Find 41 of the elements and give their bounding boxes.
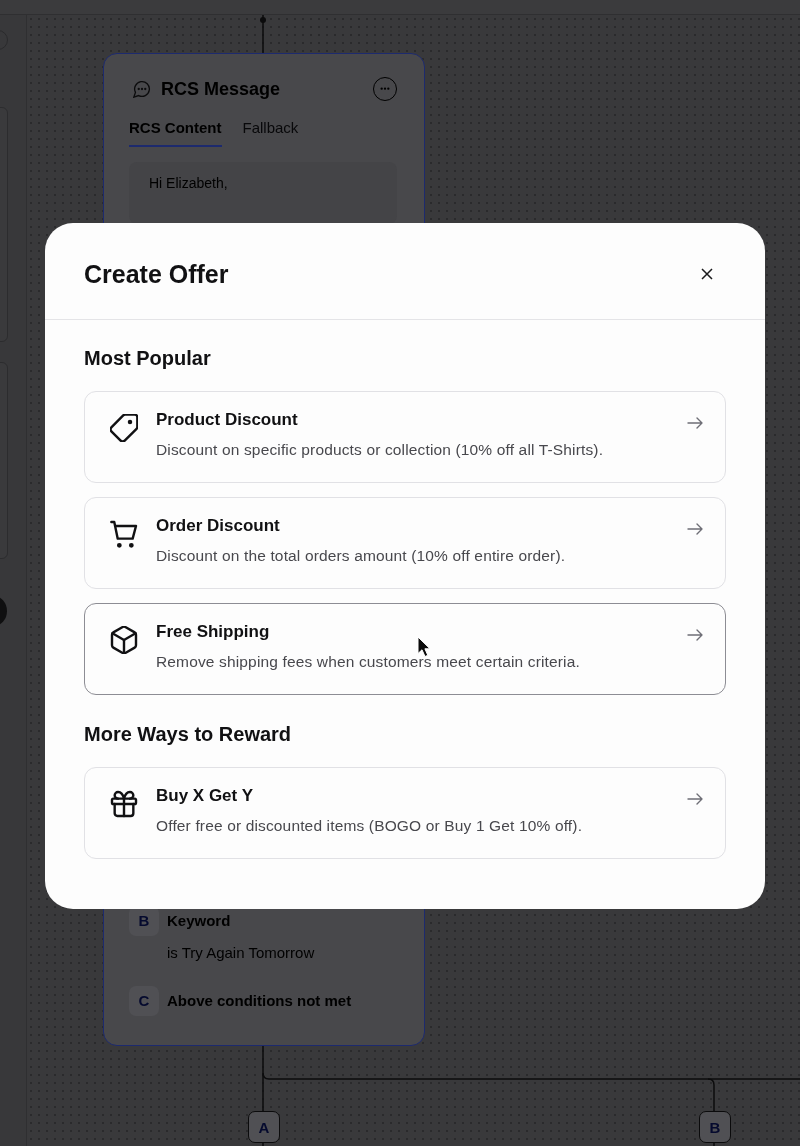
message-box[interactable]: Hi Elizabeth, <box>129 161 397 224</box>
tag-icon <box>110 414 138 442</box>
close-icon <box>701 267 713 280</box>
option-description: Discount on specific products or collection (10% off all T-Shirts). <box>156 440 604 460</box>
section-heading: More Ways to Reward <box>84 722 293 747</box>
node-title: RCS Message <box>161 77 281 101</box>
option-description: Offer free or discounted items (BOGO or Buy 1 Get 10% off). <box>156 816 583 836</box>
chat-bubble-icon <box>133 79 151 98</box>
option-title: Free Shipping <box>156 621 270 643</box>
dialog-title: Create Offer <box>84 258 229 289</box>
mouse-pointer-icon <box>417 636 431 658</box>
tab[interactable]: Fallback <box>242 117 299 147</box>
offer-option[interactable]: Order Discount Discount on the total orders amount (10% off entire order). <box>84 497 726 589</box>
ellipsis-icon <box>380 86 390 91</box>
option-description: Remove shipping fees when customers meet certain criteria. <box>156 652 580 672</box>
arrow-right-icon <box>687 629 703 641</box>
condition-badge: C <box>129 985 159 1016</box>
tab[interactable]: RCS Content <box>129 117 222 147</box>
connector-line <box>260 15 266 54</box>
arrow-right-icon <box>687 523 703 535</box>
branch-node[interactable]: A <box>248 1111 280 1143</box>
arrow-right-icon <box>687 417 703 429</box>
option-title: Order Discount <box>156 515 280 537</box>
offer-option[interactable]: Product Discount Discount on specific products or collection (10% off all T-Shirts). <box>84 391 726 483</box>
option-description: Discount on the total orders amount (10% off entire order). <box>156 546 566 566</box>
option-title: Product Discount <box>156 409 298 431</box>
message-text: Hi Elizabeth, <box>149 173 229 193</box>
connector-line <box>713 1142 715 1146</box>
option-title: Buy X Get Y <box>156 785 253 807</box>
condition-title: Keyword <box>167 910 232 931</box>
offer-option[interactable]: Free Shipping Remove shipping fees when customers meet certain criteria. <box>84 603 726 695</box>
condition-detail: is Try Again Tomorrow <box>167 942 315 963</box>
gift-icon <box>110 790 138 818</box>
condition-title: Above conditions not met <box>167 990 352 1011</box>
box-icon <box>110 626 138 654</box>
cart-icon <box>110 520 138 548</box>
section-heading: Most Popular <box>84 346 212 371</box>
branch-node[interactable]: B <box>699 1111 731 1143</box>
offer-option[interactable]: Buy X Get Y Offer free or discounted items (BOGO or Buy 1 Get 10% off). <box>84 767 726 859</box>
arrow-right-icon <box>687 793 703 805</box>
connector-line <box>262 1142 264 1146</box>
